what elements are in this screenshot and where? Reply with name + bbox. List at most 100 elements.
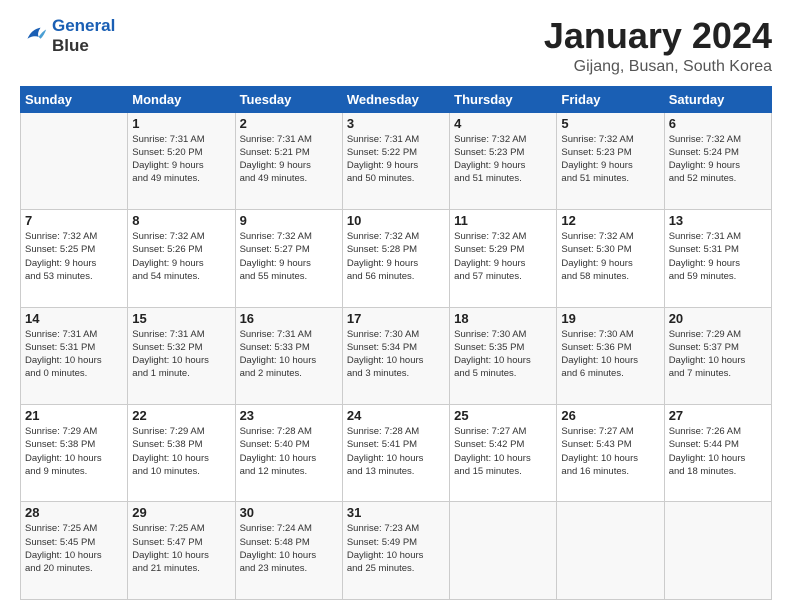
day-info: Sunrise: 7:32 AM Sunset: 5:23 PM Dayligh…: [561, 133, 659, 186]
calendar: SundayMondayTuesdayWednesdayThursdayFrid…: [20, 86, 772, 600]
day-number: 25: [454, 408, 552, 423]
day-info: Sunrise: 7:32 AM Sunset: 5:27 PM Dayligh…: [240, 230, 338, 283]
calendar-cell: 24 Sunrise: 7:28 AM Sunset: 5:41 PM Dayli…: [342, 405, 449, 502]
calendar-cell: 9 Sunrise: 7:32 AM Sunset: 5:27 PM Daylig…: [235, 210, 342, 307]
day-number: 5: [561, 116, 659, 131]
calendar-week-row: 14 Sunrise: 7:31 AM Sunset: 5:31 PM Dayli…: [21, 307, 772, 404]
day-info: Sunrise: 7:30 AM Sunset: 5:35 PM Dayligh…: [454, 328, 552, 381]
calendar-cell: 17 Sunrise: 7:30 AM Sunset: 5:34 PM Dayli…: [342, 307, 449, 404]
calendar-cell: 3Sunrise: 7:31 AM Sunset: 5:22 PM Daylig…: [342, 112, 449, 209]
calendar-cell: 7 Sunrise: 7:32 AM Sunset: 5:25 PM Daylig…: [21, 210, 128, 307]
day-number: 26: [561, 408, 659, 423]
day-number: 21: [25, 408, 123, 423]
calendar-cell: 5 Sunrise: 7:32 AM Sunset: 5:23 PM Daylig…: [557, 112, 664, 209]
calendar-week-row: 21 Sunrise: 7:29 AM Sunset: 5:38 PM Dayli…: [21, 405, 772, 502]
day-info: Sunrise: 7:31 AM Sunset: 5:31 PM Dayligh…: [669, 230, 767, 283]
day-number: 22: [132, 408, 230, 423]
calendar-cell: 4 Sunrise: 7:32 AM Sunset: 5:23 PM Daylig…: [450, 112, 557, 209]
calendar-cell: 23 Sunrise: 7:28 AM Sunset: 5:40 PM Dayli…: [235, 405, 342, 502]
day-info: Sunrise: 7:32 AM Sunset: 5:26 PM Dayligh…: [132, 230, 230, 283]
calendar-header-saturday: Saturday: [664, 86, 771, 112]
calendar-cell: 13 Sunrise: 7:31 AM Sunset: 5:31 PM Dayli…: [664, 210, 771, 307]
day-number: 8: [132, 213, 230, 228]
calendar-cell: 8 Sunrise: 7:32 AM Sunset: 5:26 PM Daylig…: [128, 210, 235, 307]
day-info: Sunrise: 7:31 AM Sunset: 5:31 PM Dayligh…: [25, 328, 123, 381]
calendar-cell: 1 Sunrise: 7:31 AM Sunset: 5:20 PM Daylig…: [128, 112, 235, 209]
day-info: Sunrise: 7:31 AM Sunset: 5:21 PM Dayligh…: [240, 133, 338, 186]
day-info: Sunrise: 7:32 AM Sunset: 5:29 PM Dayligh…: [454, 230, 552, 283]
calendar-header-monday: Monday: [128, 86, 235, 112]
title-block: January 2024 Gijang, Busan, South Korea: [544, 16, 772, 76]
page: General Blue January 2024 Gijang, Busan,…: [0, 0, 792, 612]
day-info: Sunrise: 7:32 AM Sunset: 5:24 PM Dayligh…: [669, 133, 767, 186]
calendar-header-friday: Friday: [557, 86, 664, 112]
day-info: Sunrise: 7:24 AM Sunset: 5:48 PM Dayligh…: [240, 522, 338, 575]
calendar-cell: 25 Sunrise: 7:27 AM Sunset: 5:42 PM Dayli…: [450, 405, 557, 502]
day-info: Sunrise: 7:27 AM Sunset: 5:42 PM Dayligh…: [454, 425, 552, 478]
day-number: 27: [669, 408, 767, 423]
day-info: Sunrise: 7:31 AM Sunset: 5:20 PM Dayligh…: [132, 133, 230, 186]
calendar-cell: [21, 112, 128, 209]
day-number: 1: [132, 116, 230, 131]
day-info: Sunrise: 7:31 AM Sunset: 5:32 PM Dayligh…: [132, 328, 230, 381]
day-number: 23: [240, 408, 338, 423]
calendar-cell: 14 Sunrise: 7:31 AM Sunset: 5:31 PM Dayli…: [21, 307, 128, 404]
day-number: 28: [25, 505, 123, 520]
calendar-cell: 12Sunrise: 7:32 AM Sunset: 5:30 PM Dayli…: [557, 210, 664, 307]
day-info: Sunrise: 7:29 AM Sunset: 5:38 PM Dayligh…: [132, 425, 230, 478]
calendar-cell: 18 Sunrise: 7:30 AM Sunset: 5:35 PM Dayli…: [450, 307, 557, 404]
day-number: 16: [240, 311, 338, 326]
day-info: Sunrise: 7:23 AM Sunset: 5:49 PM Dayligh…: [347, 522, 445, 575]
calendar-header-wednesday: Wednesday: [342, 86, 449, 112]
day-number: 14: [25, 311, 123, 326]
day-number: 13: [669, 213, 767, 228]
day-number: 18: [454, 311, 552, 326]
logo: General Blue: [20, 16, 115, 57]
day-number: 10: [347, 213, 445, 228]
calendar-cell: 27 Sunrise: 7:26 AM Sunset: 5:44 PM Dayli…: [664, 405, 771, 502]
day-number: 24: [347, 408, 445, 423]
calendar-cell: 11Sunrise: 7:32 AM Sunset: 5:29 PM Dayli…: [450, 210, 557, 307]
month-title: January 2024: [544, 16, 772, 56]
day-number: 29: [132, 505, 230, 520]
day-number: 15: [132, 311, 230, 326]
calendar-cell: 26Sunrise: 7:27 AM Sunset: 5:43 PM Dayli…: [557, 405, 664, 502]
day-number: 6: [669, 116, 767, 131]
calendar-cell: 28 Sunrise: 7:25 AM Sunset: 5:45 PM Dayli…: [21, 502, 128, 600]
calendar-cell: 20 Sunrise: 7:29 AM Sunset: 5:37 PM Dayli…: [664, 307, 771, 404]
day-info: Sunrise: 7:28 AM Sunset: 5:41 PM Dayligh…: [347, 425, 445, 478]
location-title: Gijang, Busan, South Korea: [544, 58, 772, 76]
calendar-header-thursday: Thursday: [450, 86, 557, 112]
day-number: 4: [454, 116, 552, 131]
day-info: Sunrise: 7:30 AM Sunset: 5:34 PM Dayligh…: [347, 328, 445, 381]
day-number: 7: [25, 213, 123, 228]
calendar-cell: 29 Sunrise: 7:25 AM Sunset: 5:47 PM Dayli…: [128, 502, 235, 600]
calendar-header-row: SundayMondayTuesdayWednesdayThursdayFrid…: [21, 86, 772, 112]
day-number: 17: [347, 311, 445, 326]
header: General Blue January 2024 Gijang, Busan,…: [20, 16, 772, 76]
day-info: Sunrise: 7:28 AM Sunset: 5:40 PM Dayligh…: [240, 425, 338, 478]
calendar-cell: [557, 502, 664, 600]
calendar-cell: [664, 502, 771, 600]
day-info: Sunrise: 7:32 AM Sunset: 5:23 PM Dayligh…: [454, 133, 552, 186]
calendar-cell: 15 Sunrise: 7:31 AM Sunset: 5:32 PM Dayli…: [128, 307, 235, 404]
day-info: Sunrise: 7:29 AM Sunset: 5:37 PM Dayligh…: [669, 328, 767, 381]
calendar-week-row: 7 Sunrise: 7:32 AM Sunset: 5:25 PM Daylig…: [21, 210, 772, 307]
day-number: 20: [669, 311, 767, 326]
calendar-cell: 16Sunrise: 7:31 AM Sunset: 5:33 PM Dayli…: [235, 307, 342, 404]
day-info: Sunrise: 7:32 AM Sunset: 5:28 PM Dayligh…: [347, 230, 445, 283]
calendar-cell: 19Sunrise: 7:30 AM Sunset: 5:36 PM Dayli…: [557, 307, 664, 404]
day-number: 3: [347, 116, 445, 131]
calendar-cell: 10 Sunrise: 7:32 AM Sunset: 5:28 PM Dayli…: [342, 210, 449, 307]
calendar-cell: 2 Sunrise: 7:31 AM Sunset: 5:21 PM Daylig…: [235, 112, 342, 209]
day-number: 9: [240, 213, 338, 228]
day-info: Sunrise: 7:29 AM Sunset: 5:38 PM Dayligh…: [25, 425, 123, 478]
calendar-cell: 31 Sunrise: 7:23 AM Sunset: 5:49 PM Dayli…: [342, 502, 449, 600]
day-info: Sunrise: 7:25 AM Sunset: 5:47 PM Dayligh…: [132, 522, 230, 575]
calendar-cell: 21 Sunrise: 7:29 AM Sunset: 5:38 PM Dayli…: [21, 405, 128, 502]
day-info: Sunrise: 7:25 AM Sunset: 5:45 PM Dayligh…: [25, 522, 123, 575]
day-info: Sunrise: 7:32 AM Sunset: 5:25 PM Dayligh…: [25, 230, 123, 283]
day-info: Sunrise: 7:26 AM Sunset: 5:44 PM Dayligh…: [669, 425, 767, 478]
day-number: 2: [240, 116, 338, 131]
day-number: 31: [347, 505, 445, 520]
